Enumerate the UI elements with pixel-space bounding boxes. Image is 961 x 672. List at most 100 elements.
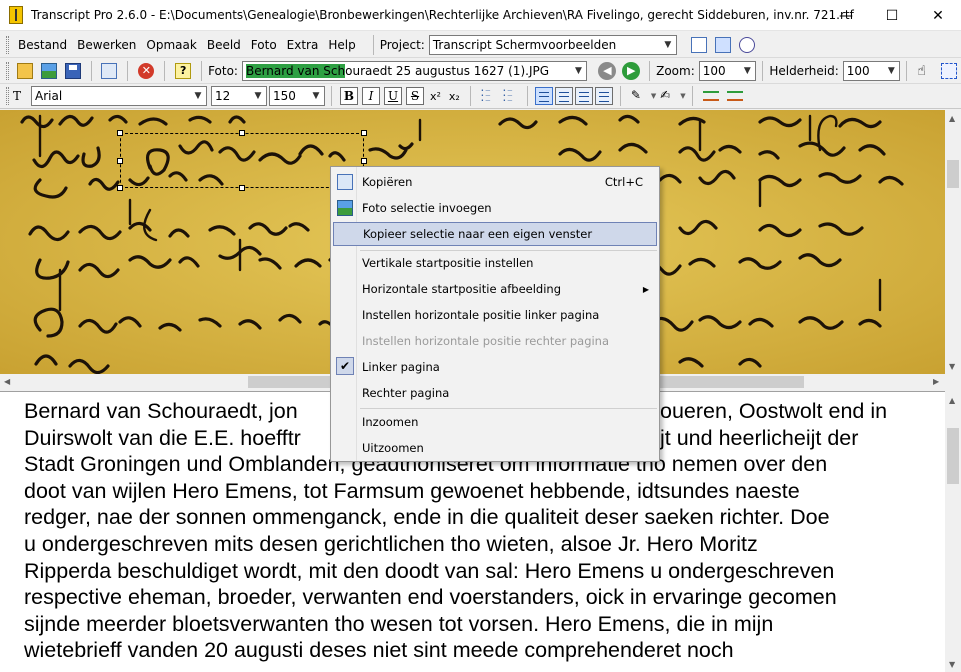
resize-handle[interactable]: [361, 130, 367, 136]
transcript-line: doot van wijlen Hero Emens, tot Farmsum …: [24, 478, 945, 505]
transcript-line: redger, nae der sonnen ommenganck, ende …: [24, 504, 945, 531]
project-window-icon: [715, 37, 731, 53]
photo-vertical-scroll-thumb[interactable]: [947, 160, 959, 188]
zoom-select[interactable]: 100 ▼: [699, 61, 757, 81]
font-size-select[interactable]: 12 ▼: [211, 86, 267, 106]
menu-bestand[interactable]: Bestand: [13, 38, 72, 52]
align-center-button[interactable]: [555, 87, 573, 105]
toolbar-grip[interactable]: [6, 62, 9, 80]
submenu-arrow-icon: ▶: [643, 285, 649, 294]
scroll-left-icon[interactable]: ◀: [4, 377, 10, 386]
chevron-down-icon[interactable]: ▼: [651, 92, 656, 100]
background-color-button[interactable]: ✍: [657, 85, 679, 107]
save-button[interactable]: [62, 60, 84, 82]
chevron-down-icon[interactable]: ▼: [680, 92, 685, 100]
stop-button[interactable]: ✕: [135, 60, 157, 82]
photo-value: Bernard van Schouraedt 25 augustus 1627 …: [243, 64, 571, 78]
minimize-button[interactable]: —: [823, 0, 869, 31]
photo-selection-rectangle[interactable]: [120, 133, 364, 188]
separator: [906, 61, 907, 81]
menu-item-horizontal-start-image[interactable]: Horizontale startpositie afbeelding ▶: [333, 277, 657, 301]
resize-handle[interactable]: [239, 185, 245, 191]
brightness-select[interactable]: 100 ▼: [843, 61, 901, 81]
help-button[interactable]: ?: [172, 60, 194, 82]
edit-button[interactable]: [99, 60, 121, 82]
menu-opmaak[interactable]: Opmaak: [141, 38, 201, 52]
transcript-vertical-scroll-thumb[interactable]: [947, 428, 959, 484]
arrow-left-icon: ◀: [598, 62, 616, 80]
italic-button[interactable]: I: [362, 87, 380, 105]
menu-item-zoom-out[interactable]: Uitzoomen: [333, 436, 657, 460]
bold-button[interactable]: B: [340, 87, 358, 105]
new-project-button[interactable]: [688, 34, 710, 56]
font-icon: T: [13, 89, 27, 103]
photo-value-selected: Bernard van Sch: [246, 64, 345, 78]
text-color-button[interactable]: ✎: [628, 85, 650, 107]
resize-handle[interactable]: [117, 130, 123, 136]
subscript-button[interactable]: x₂: [449, 90, 460, 103]
toolbar-grip[interactable]: [6, 36, 9, 54]
menu-item-copy-to-window[interactable]: Kopieer selectie naar een eigen venster: [333, 222, 657, 246]
brightness-label: Helderheid:: [769, 64, 838, 78]
scroll-right-icon[interactable]: ▶: [933, 377, 939, 386]
align-right-button[interactable]: [575, 87, 593, 105]
separator: [373, 35, 374, 55]
toolbar-grip[interactable]: [6, 87, 9, 105]
project-settings-button[interactable]: [712, 34, 734, 56]
align-justify-button[interactable]: [595, 87, 613, 105]
font-select[interactable]: Arial ▼: [31, 86, 207, 106]
photo-vertical-scrollbar[interactable]: [945, 110, 961, 374]
menu-foto[interactable]: Foto: [246, 38, 282, 52]
scroll-up-icon[interactable]: ▲: [949, 396, 955, 405]
menu-item-insert-photo-selection[interactable]: Foto selectie invoegen: [333, 196, 657, 220]
align-left-button[interactable]: [535, 87, 553, 105]
chevron-down-icon: ▼: [739, 62, 755, 80]
window-controls: — ☐ ✕: [823, 0, 961, 31]
open-photo-button[interactable]: [38, 60, 60, 82]
context-menu: Kopiëren Ctrl+C Foto selectie invoegen K…: [330, 166, 660, 462]
selection-icon: [941, 63, 957, 79]
close-button[interactable]: ✕: [915, 0, 961, 31]
menu-extra[interactable]: Extra: [282, 38, 324, 52]
strikethrough-button[interactable]: S: [406, 87, 424, 105]
menu-item-zoom-in[interactable]: Inzoomen: [333, 410, 657, 434]
resize-handle[interactable]: [239, 130, 245, 136]
edit-window-icon: [101, 63, 117, 79]
menu-bewerken[interactable]: Bewerken: [72, 38, 141, 52]
superscript-button[interactable]: x²: [430, 90, 441, 103]
menu-item-horizontal-left-page[interactable]: Instellen horizontale positie linker pag…: [333, 303, 657, 327]
project-select[interactable]: Transcript Schermvoorbeelden ▼: [429, 35, 677, 55]
separator: [620, 86, 621, 106]
separator: [527, 86, 528, 106]
menu-beeld[interactable]: Beeld: [202, 38, 246, 52]
resize-handle[interactable]: [117, 158, 123, 164]
menu-help[interactable]: Help: [323, 38, 360, 52]
bullet-list-button[interactable]: [479, 87, 497, 105]
previous-photo-button[interactable]: ◀: [596, 60, 618, 82]
menu-item-vertical-start[interactable]: Vertikale startpositie instellen: [333, 251, 657, 275]
scroll-down-icon[interactable]: ▼: [949, 660, 955, 669]
clock-button[interactable]: [736, 34, 758, 56]
maximize-button[interactable]: ☐: [869, 0, 915, 31]
image-icon: [41, 63, 57, 79]
menu-toolbar: Bestand Bewerken Opmaak Beeld Foto Extra…: [0, 32, 961, 58]
numbered-list-button[interactable]: [501, 87, 519, 105]
chevron-down-icon: ▼: [250, 87, 266, 105]
next-photo-button[interactable]: ▶: [620, 60, 642, 82]
indent-icon: [703, 91, 719, 101]
select-area-button[interactable]: [938, 60, 960, 82]
resize-handle[interactable]: [361, 158, 367, 164]
menu-item-copy[interactable]: Kopiëren Ctrl+C: [333, 170, 657, 194]
scroll-down-icon[interactable]: ▼: [949, 362, 955, 371]
menu-item-left-page[interactable]: ✔ Linker pagina: [333, 355, 657, 379]
photo-select[interactable]: Bernard van Schouraedt 25 augustus 1627 …: [242, 61, 588, 81]
underline-button[interactable]: U: [384, 87, 402, 105]
pan-button[interactable]: ☝: [914, 60, 936, 82]
scroll-up-icon[interactable]: ▲: [949, 114, 955, 123]
menu-item-right-page[interactable]: Rechter pagina: [333, 381, 657, 405]
indent-button[interactable]: [700, 85, 722, 107]
outdent-button[interactable]: [724, 85, 746, 107]
resize-handle[interactable]: [117, 185, 123, 191]
open-button[interactable]: [14, 60, 36, 82]
zoom-text-select[interactable]: 150 ▼: [269, 86, 325, 106]
